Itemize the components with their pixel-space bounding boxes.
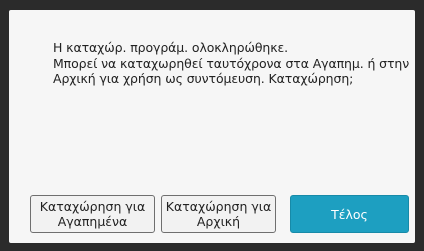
register-home-button[interactable]: Καταχώρηση για Αρχική [161, 195, 276, 233]
message-line-3: Αρχική για χρήση ως συντόμευση. Καταχώρη… [53, 71, 354, 86]
message-line-1: Η καταχώρ. προγράμ. ολοκληρώθηκε. [53, 40, 289, 55]
finish-label: Τέλος [331, 206, 368, 222]
dialog-message: Η καταχώρ. προγράμ. ολοκληρώθηκε. Μπορεί… [53, 40, 410, 87]
finish-button[interactable]: Τέλος [290, 195, 409, 233]
message-line-2: Μπορεί να καταχωρηθεί ταυτόχρονα στα Αγα… [53, 55, 410, 71]
register-favorites-label: Καταχώρηση για Αγαπημένα [39, 199, 146, 229]
screen-frame: Η καταχώρ. προγράμ. ολοκληρώθηκε. Μπορεί… [0, 0, 424, 251]
register-favorites-button[interactable]: Καταχώρηση για Αγαπημένα [30, 195, 155, 233]
register-home-label: Καταχώρηση για Αρχική [165, 199, 272, 229]
